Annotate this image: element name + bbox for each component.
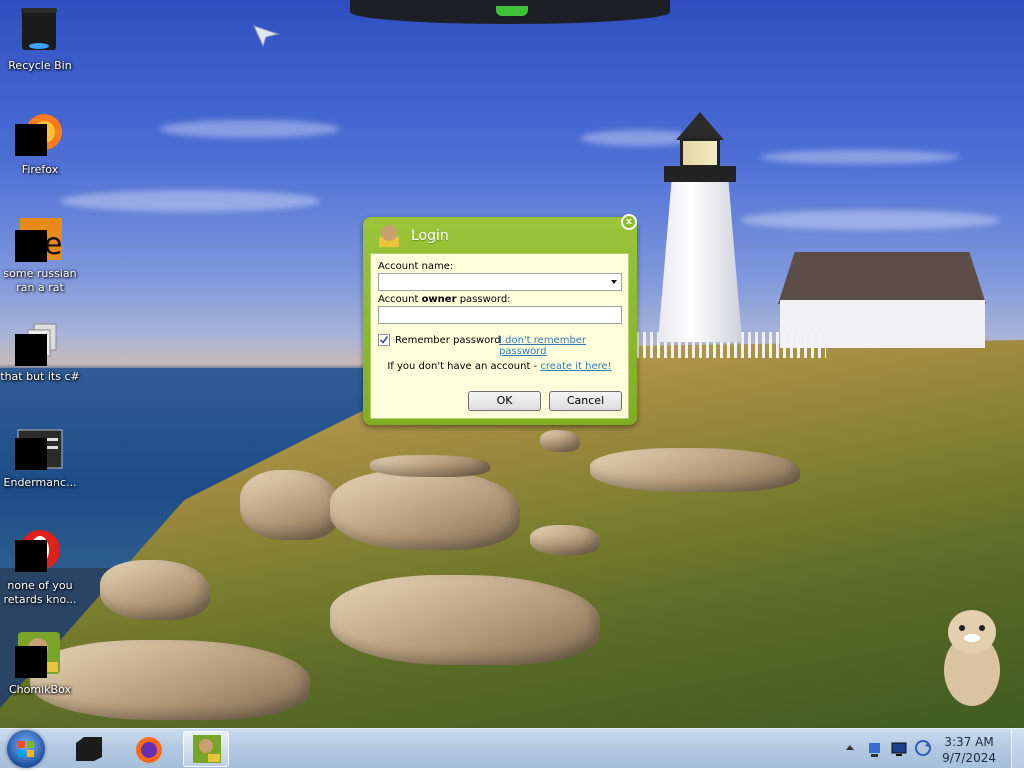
firefox-icon [136,737,162,763]
network-icon[interactable] [866,740,884,758]
cloud [740,210,1000,230]
desktop-icon-label: none of you retards kno... [3,579,77,606]
start-button[interactable] [7,730,45,768]
terminal-icon [76,737,102,761]
show-desktop-button[interactable] [1011,729,1024,769]
dialog-title: Login [411,228,449,244]
taskbar-firefox-button[interactable] [126,731,172,767]
recycle-bin-icon [21,8,57,50]
dropdown-arrow-icon[interactable] [611,280,617,284]
desktop-icon-label: that but its c# [0,370,80,383]
cancel-button[interactable]: Cancel [549,391,622,411]
cloud [760,150,960,164]
rock [30,640,310,720]
checkmark-icon [379,336,389,344]
rock [370,455,490,477]
redaction-box [15,438,47,470]
redaction-box [15,646,47,678]
account-name-label: Account name: [378,261,454,272]
redaction-box [15,230,47,262]
redaction-box [15,334,47,366]
green-indicator-icon [496,6,528,16]
desktop-icon-label: some russian ran a rat [3,267,77,294]
password-label-pre: Account [378,294,422,305]
close-button[interactable]: x [621,214,637,230]
desktop-icon-label: ChomikBox [9,683,71,696]
rock [540,430,580,452]
remember-password-label: Remember password [395,335,501,346]
rock [590,448,800,492]
desktop-icon-label: Recycle Bin [8,59,72,72]
cursor-arrow-icon [253,25,280,48]
password-label: Account owner password: [378,294,511,305]
lighthouse [652,112,748,342]
redaction-box [15,540,47,572]
desktop-icon-label: Endermanc... [3,476,77,489]
rock [100,560,210,620]
monitor-icon[interactable] [890,740,908,758]
cloud [160,120,340,138]
cloud [60,190,320,212]
rock [240,470,340,540]
rock [330,470,520,550]
chomikbox-logo-icon [379,225,399,247]
clock[interactable]: 3:37 AM 9/7/2024 [942,734,996,766]
taskbar: 3:37 AM 9/7/2024 [0,728,1024,769]
desktop-icon-label: Firefox [21,163,59,176]
clock-time: 3:37 AM [944,735,994,749]
redaction-box [15,124,47,156]
show-hidden-icons-button[interactable] [846,745,854,750]
close-icon: x [626,217,632,227]
account-name-value [379,281,382,292]
ok-button[interactable]: OK [468,391,541,411]
remember-password-checkbox[interactable] [378,334,390,346]
taskbar-chomikbox-button[interactable] [183,731,229,767]
login-form-panel: Account name: Account owner password: Re… [370,253,629,419]
login-dialog: Login x Account name: Account owner pass… [363,214,637,425]
no-account-line: If you don't have an account - create it… [371,361,628,372]
no-account-text: If you don't have an account - [387,361,541,372]
password-label-post: password: [456,294,511,305]
rock [330,575,600,665]
password-label-bold: owner [421,294,457,305]
taskbar-terminal-button[interactable] [66,731,112,767]
rock [530,525,600,555]
clock-date: 9/7/2024 [942,751,996,765]
house-roof [778,252,986,304]
account-name-combobox[interactable] [378,273,622,291]
chomikbox-icon [193,735,221,763]
start-orb-icon [18,741,34,757]
create-account-link[interactable]: create it here! [540,361,611,372]
hamster-mascot-icon [944,610,1000,706]
desktop-background: Recycle Bin Firefox e some russian ran a… [0,0,1024,728]
sync-icon[interactable] [914,739,932,757]
password-field[interactable] [378,306,622,324]
forgot-password-link[interactable]: I don't remember password [499,335,628,357]
